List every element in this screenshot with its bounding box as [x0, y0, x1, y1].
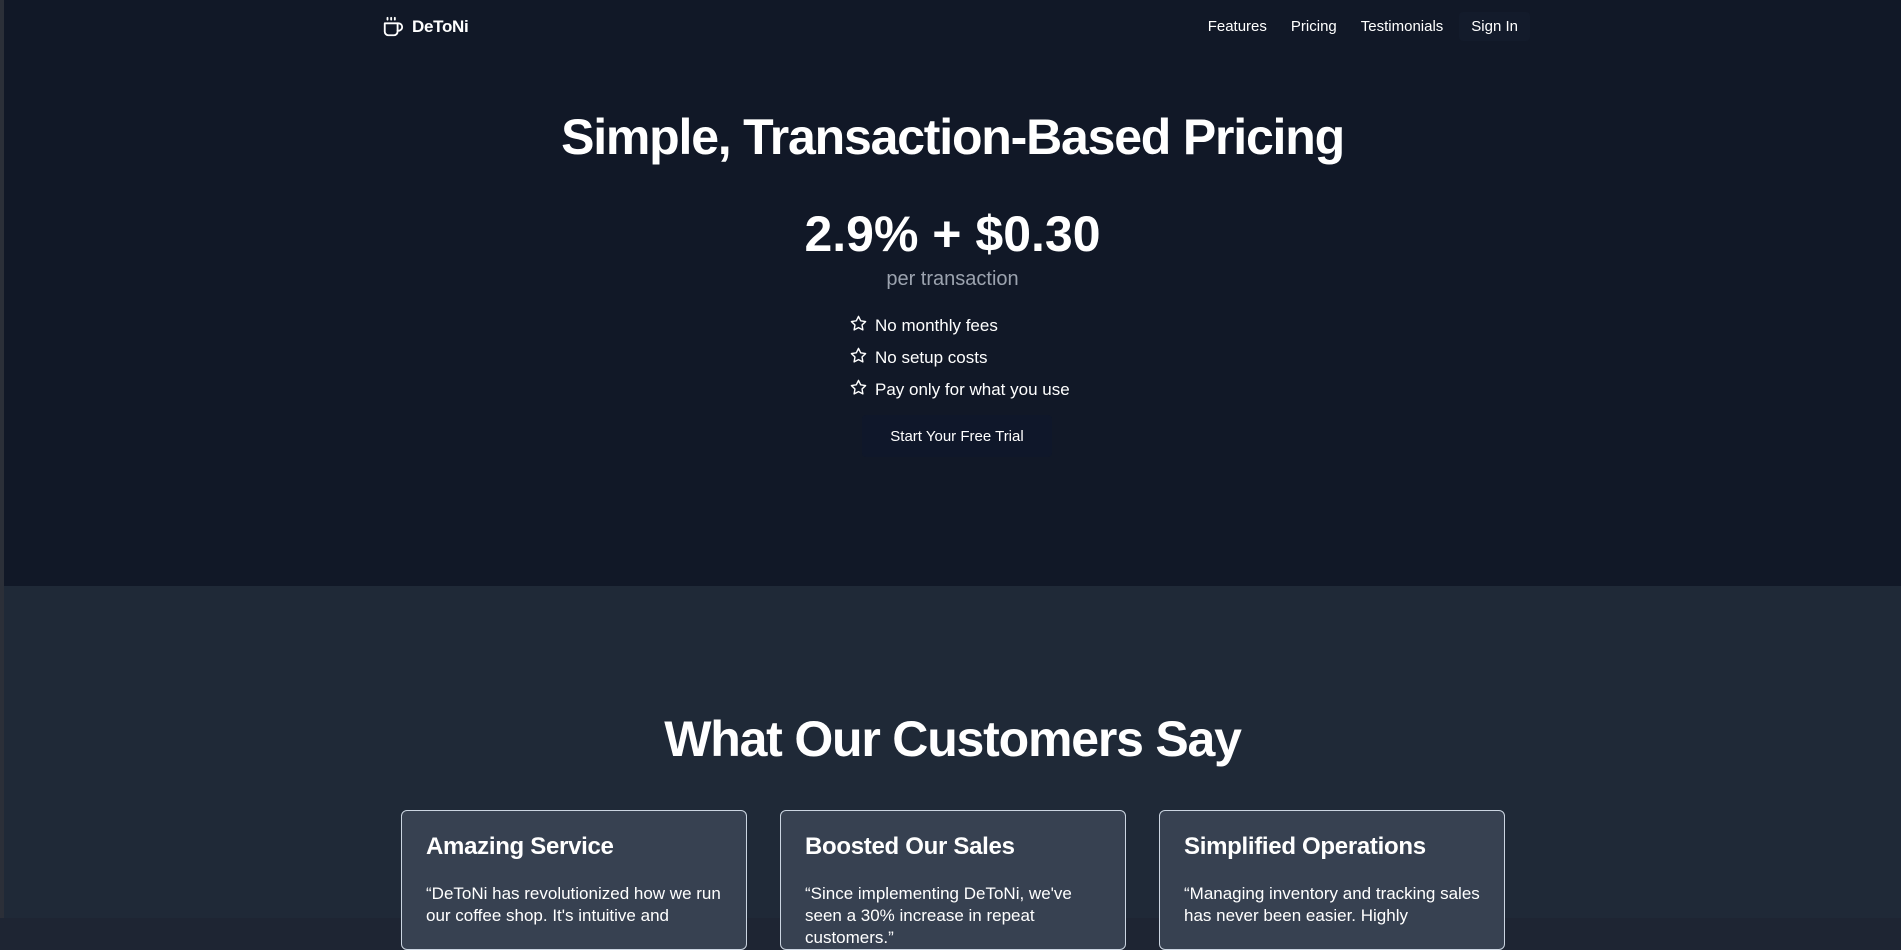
feature-text: No monthly fees [875, 316, 998, 335]
testimonial-quote: “Managing inventory and tracking sales h… [1184, 884, 1480, 925]
nav-links: Features Pricing Testimonials Sign In [1208, 11, 1530, 41]
feature-item: No setup costs [850, 342, 1070, 374]
nav-link-pricing[interactable]: Pricing [1291, 18, 1337, 35]
star-outline-icon [850, 379, 875, 401]
feature-text: No setup costs [875, 348, 988, 367]
testimonials-title: What Our Customers Say [664, 711, 1242, 767]
feature-text: Pay only for what you use [875, 380, 1070, 399]
testimonial-title: Boosted Our Sales [805, 833, 1015, 860]
brand-logo[interactable]: DeToNi [382, 14, 469, 40]
start-free-trial-button[interactable]: Start Your Free Trial [862, 415, 1052, 457]
testimonial-quote: “DeToNi has revolutionized how we run ou… [426, 884, 721, 925]
testimonial-card: Amazing Service “DeToNi has revolutioniz… [401, 810, 747, 950]
feature-item: No monthly fees [850, 310, 1070, 342]
pricing-features-list: No monthly fees No setup costs Pay only … [850, 310, 1070, 406]
star-outline-icon [850, 315, 875, 337]
brand-name: DeToNi [412, 17, 469, 36]
top-nav: DeToNi Features Pricing Testimonials Sig… [382, 11, 1530, 52]
nav-link-testimonials[interactable]: Testimonials [1361, 18, 1444, 35]
testimonial-card: Simplified Operations “Managing inventor… [1159, 810, 1505, 950]
testimonials-section: What Our Customers Say Amazing Service “… [4, 586, 1901, 950]
testimonial-title: Amazing Service [426, 833, 614, 860]
nav-link-features[interactable]: Features [1208, 18, 1267, 35]
price-value: 2.9% + $0.30 [804, 206, 1101, 262]
star-outline-icon [850, 347, 875, 369]
testimonial-quote: “Since implementing DeToNi, we've seen a… [805, 884, 1072, 947]
coffee-cup-icon [382, 16, 404, 38]
testimonial-title: Simplified Operations [1184, 833, 1426, 860]
feature-item: Pay only for what you use [850, 374, 1070, 406]
testimonial-card: Boosted Our Sales “Since implementing De… [780, 810, 1126, 950]
sign-in-button[interactable]: Sign In [1459, 11, 1530, 41]
pricing-title: Simple, Transaction-Based Pricing [561, 109, 1345, 165]
hero-section: DeToNi Features Pricing Testimonials Sig… [4, 0, 1901, 586]
price-subtitle: per transaction [886, 268, 1019, 290]
